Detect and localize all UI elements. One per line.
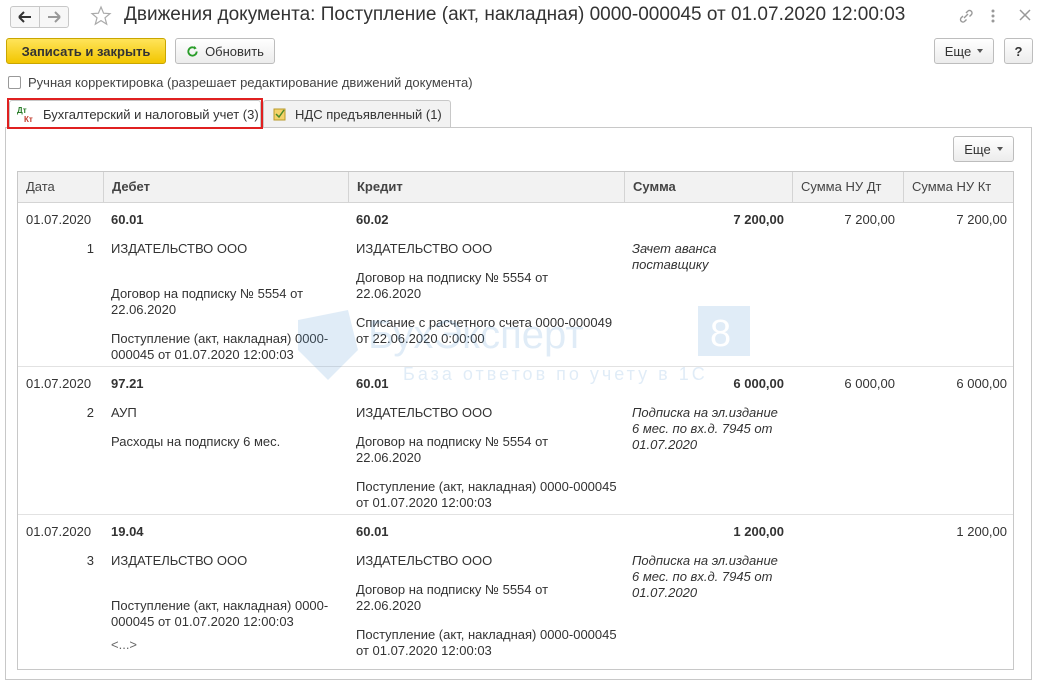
table-row[interactable]: 01.07.2020 3 19.04 ИЗДАТЕЛЬСТВО ООО Пост… — [18, 515, 1013, 669]
title-bar: Движения документа: Поступление (акт, на… — [0, 0, 1039, 34]
cell-debit-account: 19.04 — [111, 524, 144, 539]
cell-credit-subconto-2: Договор на подписку № 5554 от 22.06.2020 — [356, 270, 549, 301]
column-header-sum[interactable]: Сумма — [624, 172, 792, 203]
more-label: Еще — [944, 43, 972, 59]
help-button[interactable]: ? — [1004, 38, 1033, 64]
cell-credit-account: 60.01 — [356, 524, 389, 539]
cell-credit-subconto-1: ИЗДАТЕЛЬСТВО ООО — [356, 405, 493, 420]
cell-credit-account: 60.01 — [356, 376, 389, 391]
cell-debit-subconto-3: <...> — [111, 637, 138, 652]
cell-credit-subconto-3: Списание с расчетного счета 0000-000049 … — [356, 315, 613, 346]
cell-credit-subconto-3: Поступление (акт, накладная) 0000-000045… — [356, 627, 617, 658]
cell-debit-subconto-2: Поступление (акт, накладная) 0000-000045… — [111, 598, 329, 629]
help-label: ? — [1014, 43, 1023, 59]
cell-credit-subconto-2: Договор на подписку № 5554 от 22.06.2020 — [356, 434, 549, 465]
cell-line-number: 1 — [86, 241, 94, 256]
column-header-sum-nu-dt[interactable]: Сумма НУ Дт — [792, 172, 903, 203]
more-vertical-icon[interactable] — [990, 8, 996, 24]
tab-highlight-frame — [7, 98, 263, 129]
refresh-icon — [187, 45, 198, 57]
manual-correction-checkbox[interactable] — [8, 76, 21, 89]
panel-more-label: Еще — [964, 141, 991, 157]
cell-debit-subconto-1: ИЗДАТЕЛЬСТВО ООО — [111, 241, 248, 256]
cell-debit-subconto-1: ИЗДАТЕЛЬСТВО ООО — [111, 553, 248, 568]
column-header-sum-nu-kt[interactable]: Сумма НУ Кт — [903, 172, 1013, 203]
cell-debit-subconto-1: АУП — [111, 405, 137, 420]
cell-credit-subconto-1: ИЗДАТЕЛЬСТВО ООО — [356, 553, 493, 568]
favorite-star-icon[interactable] — [90, 5, 112, 27]
cell-date: 01.07.2020 — [26, 524, 92, 539]
cell-sum-nu-kt: 1 200,00 — [956, 524, 1007, 539]
cell-line-number: 2 — [86, 405, 94, 420]
arrow-right-icon — [48, 11, 61, 23]
table-row[interactable]: 01.07.2020 1 60.01 ИЗДАТЕЛЬСТВО ООО Дого… — [18, 203, 1013, 367]
cell-date: 01.07.2020 — [26, 376, 92, 391]
cell-line-number: 3 — [86, 553, 94, 568]
more-button[interactable]: Еще — [934, 38, 994, 64]
cell-sum: 6 000,00 — [733, 376, 784, 391]
window-title: Движения документа: Поступление (акт, на… — [124, 4, 906, 25]
close-icon[interactable] — [1018, 8, 1032, 22]
cell-credit-subconto-1: ИЗДАТЕЛЬСТВО ООО — [356, 241, 493, 256]
manual-correction-label: Ручная корректировка (разрешает редактир… — [28, 75, 473, 90]
forward-button[interactable] — [39, 6, 69, 28]
column-header-credit[interactable]: Кредит — [348, 172, 624, 203]
panel-more-button[interactable]: Еще — [953, 136, 1014, 162]
table-row[interactable]: 01.07.2020 2 97.21 АУП Расходы на подпис… — [18, 367, 1013, 515]
cell-sum-nu-dt: 7 200,00 — [844, 212, 895, 227]
cell-content: Зачет аванса поставщику — [632, 241, 717, 272]
back-button[interactable] — [10, 6, 40, 28]
cell-content: Подписка на эл.издание 6 мес. по вх.д. 7… — [632, 405, 778, 452]
cell-credit-subconto-3: Поступление (акт, накладная) 0000-000045… — [356, 479, 617, 510]
table-header: Дата Дебет Кредит Сумма Сумма НУ Дт Сумм… — [18, 172, 1013, 203]
tab-vat-label: НДС предъявленный (1) — [295, 106, 442, 122]
cell-debit-account: 60.01 — [111, 212, 144, 227]
movements-table[interactable]: Дата Дебет Кредит Сумма Сумма НУ Дт Сумм… — [17, 171, 1014, 670]
refresh-button[interactable]: Обновить — [175, 38, 275, 64]
cell-sum-nu-kt: 7 200,00 — [956, 212, 1007, 227]
cell-date: 01.07.2020 — [26, 212, 92, 227]
cell-sum: 1 200,00 — [733, 524, 784, 539]
cell-debit-subconto-3: Поступление (акт, накладная) 0000-000045… — [111, 331, 329, 362]
cell-debit-account: 97.21 — [111, 376, 144, 391]
link-icon[interactable] — [958, 8, 974, 24]
column-header-debit[interactable]: Дебет — [103, 172, 348, 203]
cell-debit-subconto-2: Договор на подписку № 5554 от 22.06.2020 — [111, 286, 304, 317]
dropdown-caret-icon — [996, 147, 1003, 151]
cell-sum: 7 200,00 — [733, 212, 784, 227]
register-icon — [273, 108, 286, 121]
save-and-close-button[interactable]: Записать и закрыть — [6, 38, 166, 64]
cell-credit-account: 60.02 — [356, 212, 389, 227]
cell-sum-nu-dt: 6 000,00 — [844, 376, 895, 391]
cell-sum-nu-kt: 6 000,00 — [956, 376, 1007, 391]
refresh-label: Обновить — [205, 43, 264, 59]
save-and-close-label: Записать и закрыть — [21, 43, 151, 59]
arrow-left-icon — [18, 11, 31, 23]
cell-credit-subconto-2: Договор на подписку № 5554 от 22.06.2020 — [356, 582, 549, 613]
cell-debit-subconto-2: Расходы на подписку 6 мес. — [111, 434, 281, 449]
cell-content: Подписка на эл.издание 6 мес. по вх.д. 7… — [632, 553, 778, 600]
column-header-date[interactable]: Дата — [18, 172, 103, 203]
tab-vat[interactable]: НДС предъявленный (1) — [263, 100, 451, 127]
dropdown-caret-icon — [977, 49, 984, 53]
